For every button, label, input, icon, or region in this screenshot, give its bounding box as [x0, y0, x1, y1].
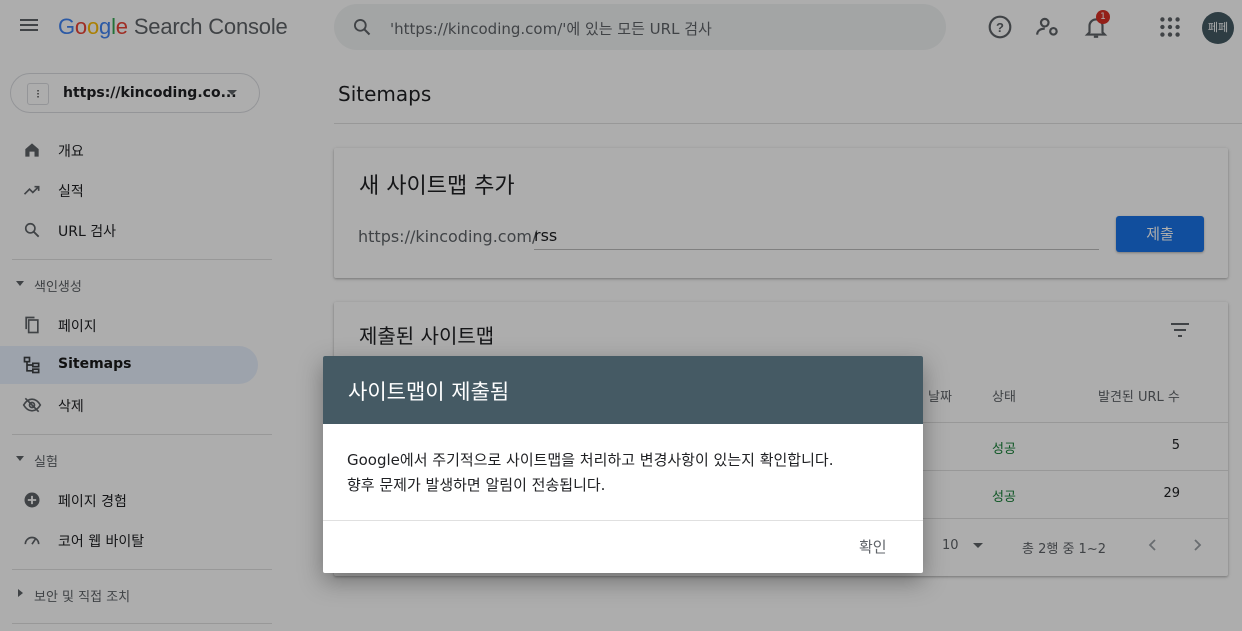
dialog-body-line: 향후 문제가 발생하면 알림이 전송됩니다. — [347, 476, 606, 494]
dialog-title: 사이트맵이 제출됨 — [348, 380, 510, 404]
dialog-divider — [323, 520, 923, 521]
dialog-body: Google에서 주기적으로 사이트맵을 처리하고 변경사항이 있는지 확인합니… — [347, 448, 907, 498]
dialog-body-line: Google에서 주기적으로 사이트맵을 처리하고 변경사항이 있는지 확인합니… — [347, 451, 834, 469]
confirm-button[interactable]: 확인 — [859, 536, 887, 557]
dialog-header: 사이트맵이 제출됨 — [323, 356, 923, 424]
sitemap-submitted-dialog: 사이트맵이 제출됨 Google에서 주기적으로 사이트맵을 처리하고 변경사항… — [323, 356, 923, 573]
